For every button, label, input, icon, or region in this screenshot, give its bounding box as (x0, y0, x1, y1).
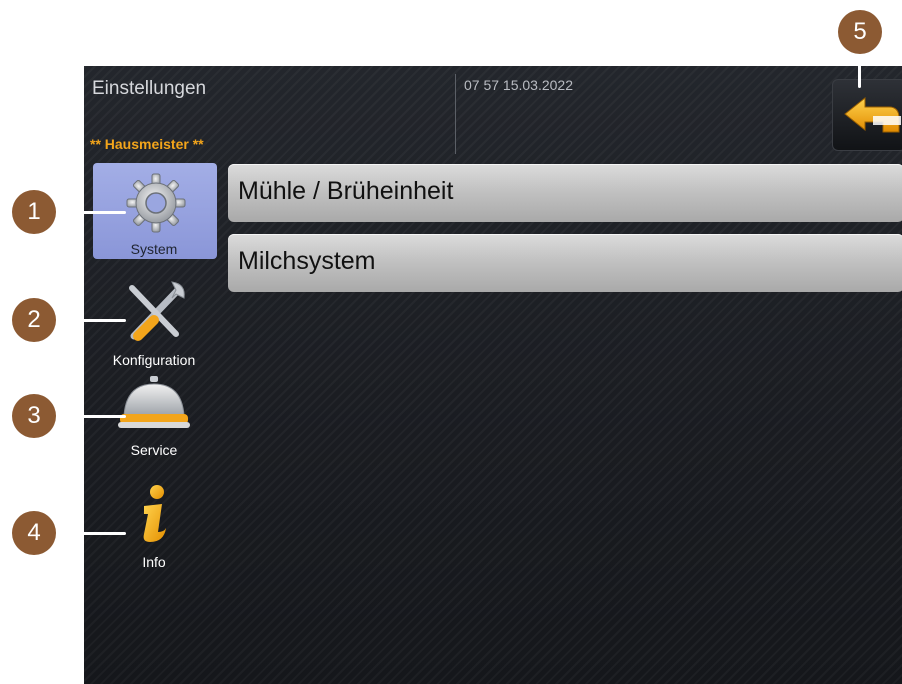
callout-leader-3 (44, 415, 126, 418)
settings-screen: Einstellungen 07 57 15.03.2022 ** Hausme… (84, 66, 902, 684)
info-icon (143, 485, 166, 542)
callout-leader-4 (44, 532, 126, 535)
back-button[interactable] (832, 79, 902, 151)
menu-item-milchsystem[interactable]: Milchsystem (228, 234, 902, 292)
callout-leader-2 (44, 319, 126, 322)
sidebar-item-info[interactable]: Info (84, 484, 224, 574)
back-arrow-icon (844, 96, 901, 133)
callout-leader-1 (44, 211, 126, 214)
sidebar-item-label: Konfiguration (112, 352, 196, 368)
callout-badge-1: 1 (12, 190, 56, 234)
page-title: Einstellungen (92, 78, 207, 99)
datetime-display: 07 57 15.03.2022 (464, 77, 573, 93)
menu-item-muehle-brueheinheit[interactable]: Mühle / Brüheinheit (228, 164, 902, 222)
callout-badge-3: 3 (12, 394, 56, 438)
sidebar-item-label: Service (130, 442, 178, 458)
gear-icon (126, 173, 186, 233)
menu-item-label: Mühle / Brüheinheit (238, 177, 454, 205)
header-divider (455, 74, 456, 154)
sidebar-item-label: System (130, 241, 178, 257)
callout-badge-4: 4 (12, 511, 56, 555)
callout-badge-5: 5 (838, 10, 882, 54)
user-role-label: ** Hausmeister ** (90, 136, 204, 152)
callout-badge-2: 2 (12, 298, 56, 342)
tools-icon (129, 281, 185, 341)
menu-item-label: Milchsystem (238, 247, 376, 275)
sidebar-item-service[interactable]: Service (84, 372, 224, 464)
service-bell-icon (118, 376, 190, 428)
sidebar-item-label: Info (142, 554, 166, 570)
